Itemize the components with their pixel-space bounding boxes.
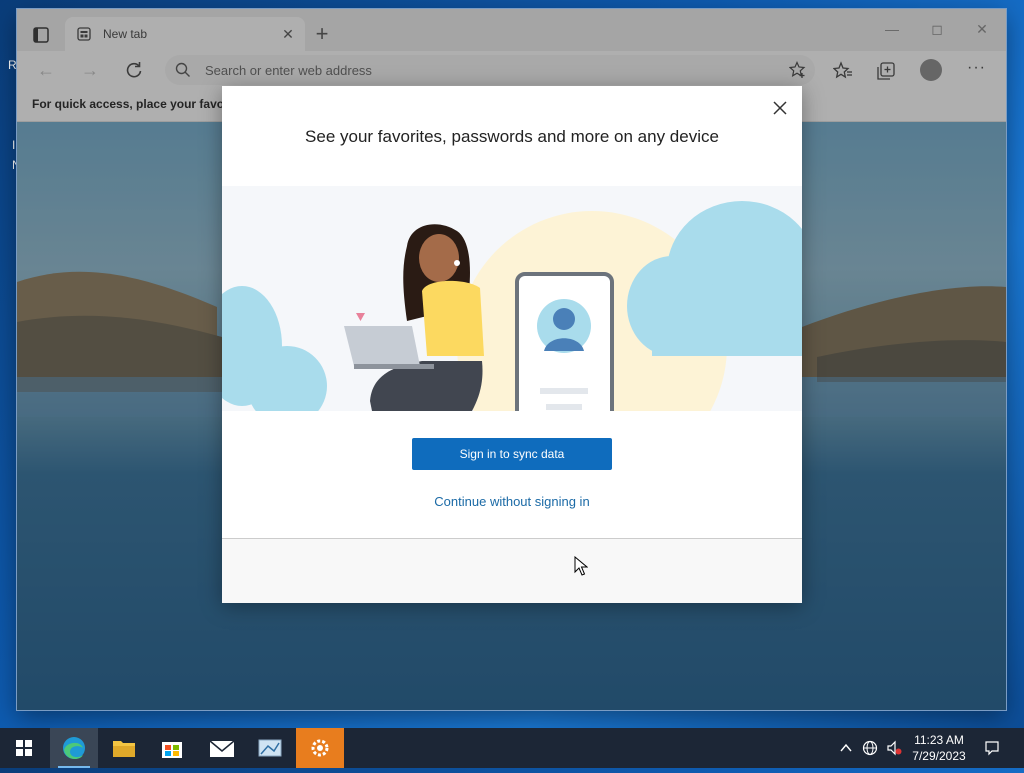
- edge-icon: [63, 737, 85, 760]
- desktop-icon-label: R: [8, 58, 17, 72]
- show-hidden-icons-icon[interactable]: [838, 740, 854, 756]
- taskbar-mail[interactable]: [198, 728, 246, 768]
- taskbar: 11:23 AM 7/29/2023: [0, 728, 1024, 768]
- settings-icon: [311, 739, 329, 757]
- store-icon: [162, 742, 182, 758]
- control-panel-icon: [258, 739, 282, 757]
- mouse-cursor-icon: [574, 556, 588, 576]
- dialog-title: See your favorites, passwords and more o…: [305, 127, 719, 146]
- sync-dialog: See your favorites, passwords and more o…: [222, 86, 802, 603]
- close-icon[interactable]: [770, 98, 790, 118]
- start-button[interactable]: [0, 728, 48, 768]
- taskbar-file-explorer[interactable]: [100, 728, 148, 768]
- clock-time: 11:23 AM: [914, 733, 964, 747]
- taskbar-store[interactable]: [148, 728, 196, 768]
- dialog-footer: [222, 538, 802, 603]
- windows-start-icon: [16, 740, 32, 756]
- taskbar-edge[interactable]: [50, 728, 98, 768]
- browser-window: New tab ✕ + — ◻ ✕ ← → Search or enter we…: [17, 9, 1006, 710]
- file-explorer-icon: [113, 741, 135, 757]
- sync-illustration: [222, 186, 802, 411]
- mail-icon: [209, 740, 235, 757]
- clock-date: 7/29/2023: [912, 749, 966, 763]
- continue-without-signing-in-link[interactable]: Continue without signing in: [362, 494, 662, 509]
- desktop-icon-label: I: [12, 138, 16, 152]
- system-clock[interactable]: 11:23 AM 7/29/2023: [904, 732, 974, 764]
- volume-muted-icon[interactable]: [886, 740, 902, 756]
- network-icon[interactable]: [862, 740, 878, 756]
- action-center-icon[interactable]: [984, 740, 1000, 756]
- taskbar-control-panel[interactable]: [246, 728, 294, 768]
- taskbar-settings[interactable]: [296, 728, 344, 768]
- sign-in-sync-button[interactable]: Sign in to sync data: [412, 438, 612, 470]
